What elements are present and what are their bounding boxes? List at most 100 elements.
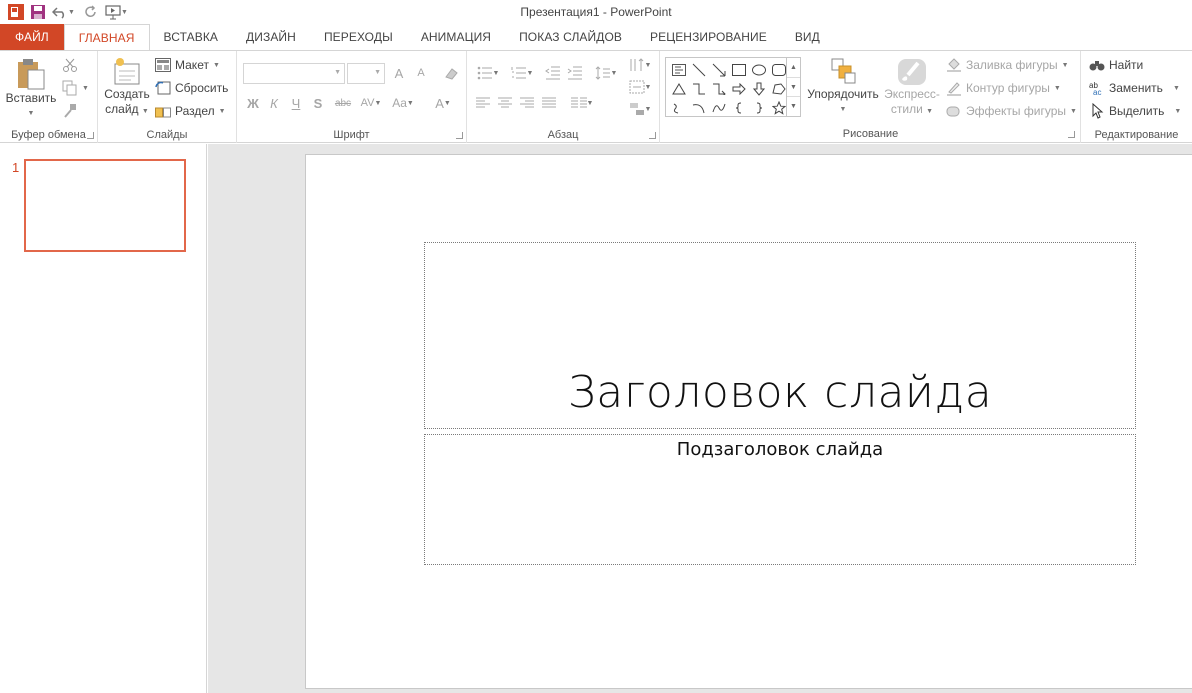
justify-button[interactable] [539, 93, 559, 113]
paragraph-group-label: Абзац [547, 129, 579, 141]
pencil-icon [947, 82, 961, 96]
italic-button[interactable]: К [264, 93, 284, 113]
replace-button[interactable]: ab ac Заменить ▼ [1089, 78, 1180, 98]
align-text-button[interactable]: ▼ [627, 77, 653, 97]
strikethrough-button[interactable]: abc [331, 93, 355, 113]
elbow-connector-shape-icon[interactable] [689, 79, 709, 98]
elbow-arrow-shape-icon[interactable] [709, 79, 729, 98]
shapes-scroll-down-icon[interactable]: ▼ [787, 78, 800, 98]
arrow-line-shape-icon[interactable] [709, 60, 729, 79]
ribbon: Вставить ▼ ▼ Буфер обмена Создать слайд … [0, 50, 1192, 143]
font-launcher-icon[interactable] [456, 132, 463, 139]
line-spacing-button[interactable]: ▼ [591, 63, 621, 83]
font-color-icon: A [435, 95, 444, 111]
curve-shape-icon[interactable] [669, 98, 689, 117]
numbering-button[interactable]: ▼ [507, 63, 537, 83]
subtitle-placeholder[interactable]: Подзаголовок слайда [424, 434, 1136, 565]
font-name-combo[interactable]: ▼ [243, 63, 345, 84]
right-arrow-shape-icon[interactable] [729, 79, 749, 98]
font-size-combo[interactable]: ▼ [347, 63, 385, 84]
scissors-icon [63, 58, 77, 72]
window-title: Презентация1 - PowerPoint [520, 5, 672, 19]
clear-formatting-button[interactable] [441, 63, 461, 83]
textbox-shape-icon[interactable] [669, 60, 689, 79]
rectangle-shape-icon[interactable] [729, 60, 749, 79]
tab-insert[interactable]: ВСТАВКА [150, 24, 233, 50]
right-brace-shape-icon[interactable] [749, 98, 769, 117]
font-name-dropdown-icon: ▼ [334, 69, 341, 76]
columns-button[interactable]: ▼ [567, 93, 597, 113]
shrink-font-button[interactable]: A [411, 63, 431, 83]
align-center-button[interactable] [495, 93, 515, 113]
arrange-label: Упорядочить [807, 87, 879, 101]
bold-button[interactable]: Ж [243, 93, 263, 113]
char-spacing-button[interactable]: AV ▼ [357, 93, 385, 113]
text-direction-button[interactable]: ▼ [627, 55, 653, 75]
tab-file[interactable]: ФАЙЛ [0, 24, 64, 50]
bullets-icon [477, 66, 492, 80]
paste-icon [18, 59, 45, 90]
effects-icon [946, 106, 960, 117]
tab-slideshow[interactable]: ПОКАЗ СЛАЙДОВ [505, 24, 636, 50]
oval-shape-icon[interactable] [749, 60, 769, 79]
slide-thumbnail[interactable] [24, 159, 186, 252]
shadow-button[interactable]: S [308, 93, 328, 113]
find-button[interactable]: Найти [1089, 55, 1143, 75]
format-painter-button[interactable] [62, 101, 78, 121]
increase-indent-button[interactable] [565, 63, 585, 83]
editing-group: Найти ab ac Заменить ▼ Выделить ▼ Редакти… [1081, 51, 1192, 143]
smartart-button[interactable]: ▼ [627, 99, 653, 119]
paragraph-group: ▼ ▼ ▼ ▼ ▼ ▼ ▼ Абзац [467, 51, 660, 143]
font-color-dropdown-icon: ▼ [443, 99, 451, 107]
left-brace-shape-icon[interactable] [729, 98, 749, 117]
font-color-button[interactable]: A ▼ [429, 93, 457, 113]
bullets-button[interactable]: ▼ [473, 63, 503, 83]
shapes-more-icon[interactable]: ▼ [787, 97, 800, 116]
new-slide-button[interactable]: Создать слайд ▼ [104, 57, 150, 119]
paragraph-launcher-icon[interactable] [649, 132, 656, 139]
decrease-indent-button[interactable] [543, 63, 563, 83]
slides-group: Создать слайд ▼ Макет ▼ Сбросить Раздел … [98, 51, 237, 143]
tab-design[interactable]: ДИЗАЙН [232, 24, 310, 50]
ribbon-tabs: ФАЙЛ ГЛАВНАЯ ВСТАВКА ДИЗАЙН ПЕРЕХОДЫ АНИ… [0, 24, 1192, 50]
paste-dropdown-icon: ▼ [27, 110, 35, 117]
tab-transitions[interactable]: ПЕРЕХОДЫ [310, 24, 407, 50]
tab-home[interactable]: ГЛАВНАЯ [63, 24, 150, 50]
shape-outline-button[interactable]: Контур фигуры ▼ [946, 78, 1061, 98]
reset-button[interactable]: Сбросить [155, 78, 228, 98]
clipboard-launcher-icon[interactable] [87, 132, 94, 139]
cut-button[interactable] [62, 55, 78, 75]
arrange-button[interactable]: Упорядочить ▼ [805, 57, 881, 117]
arrange-icon [831, 58, 856, 84]
tab-review[interactable]: РЕЦЕНЗИРОВАНИЕ [636, 24, 781, 50]
title-bar: ▼ ▼ Презентация1 - PowerPoint [0, 0, 1192, 24]
section-button[interactable]: Раздел ▼ [155, 101, 226, 121]
triangle-shape-icon[interactable] [669, 79, 689, 98]
text-direction-icon [630, 58, 643, 71]
tab-animations[interactable]: АНИМАЦИЯ [407, 24, 505, 50]
shape-fill-button[interactable]: Заливка фигуры ▼ [946, 55, 1069, 75]
shapes-scroll-up-icon[interactable]: ▲ [787, 58, 800, 78]
align-right-button[interactable] [517, 93, 537, 113]
underline-button[interactable]: Ч [286, 93, 306, 113]
shapes-gallery[interactable]: ▲ ▼ ▼ [665, 57, 801, 117]
shape-effects-button[interactable]: Эффекты фигуры ▼ [946, 101, 1077, 121]
clipboard-group-label: Буфер обмена [11, 129, 86, 141]
drawing-launcher-icon[interactable] [1068, 131, 1075, 138]
arc-shape-icon[interactable] [689, 98, 709, 117]
copy-button[interactable]: ▼ [62, 78, 89, 98]
paste-button[interactable]: Вставить ▼ [5, 57, 57, 121]
slide-canvas[interactable]: Заголовок слайда Подзаголовок слайда [305, 154, 1192, 689]
wave-shape-icon[interactable] [709, 98, 729, 117]
reset-label: Сбросить [175, 81, 229, 95]
change-case-button[interactable]: Aa ▼ [389, 93, 417, 113]
grow-font-button[interactable]: A [389, 63, 409, 83]
tab-view[interactable]: ВИД [781, 24, 834, 50]
align-left-button[interactable] [473, 93, 493, 113]
quick-styles-button[interactable]: Экспресс- стили ▼ [880, 57, 944, 119]
line-shape-icon[interactable] [689, 60, 709, 79]
down-arrow-shape-icon[interactable] [749, 79, 769, 98]
layout-button[interactable]: Макет ▼ [155, 55, 220, 75]
title-placeholder[interactable]: Заголовок слайда [424, 242, 1136, 429]
select-button[interactable]: Выделить ▼ [1089, 101, 1181, 121]
